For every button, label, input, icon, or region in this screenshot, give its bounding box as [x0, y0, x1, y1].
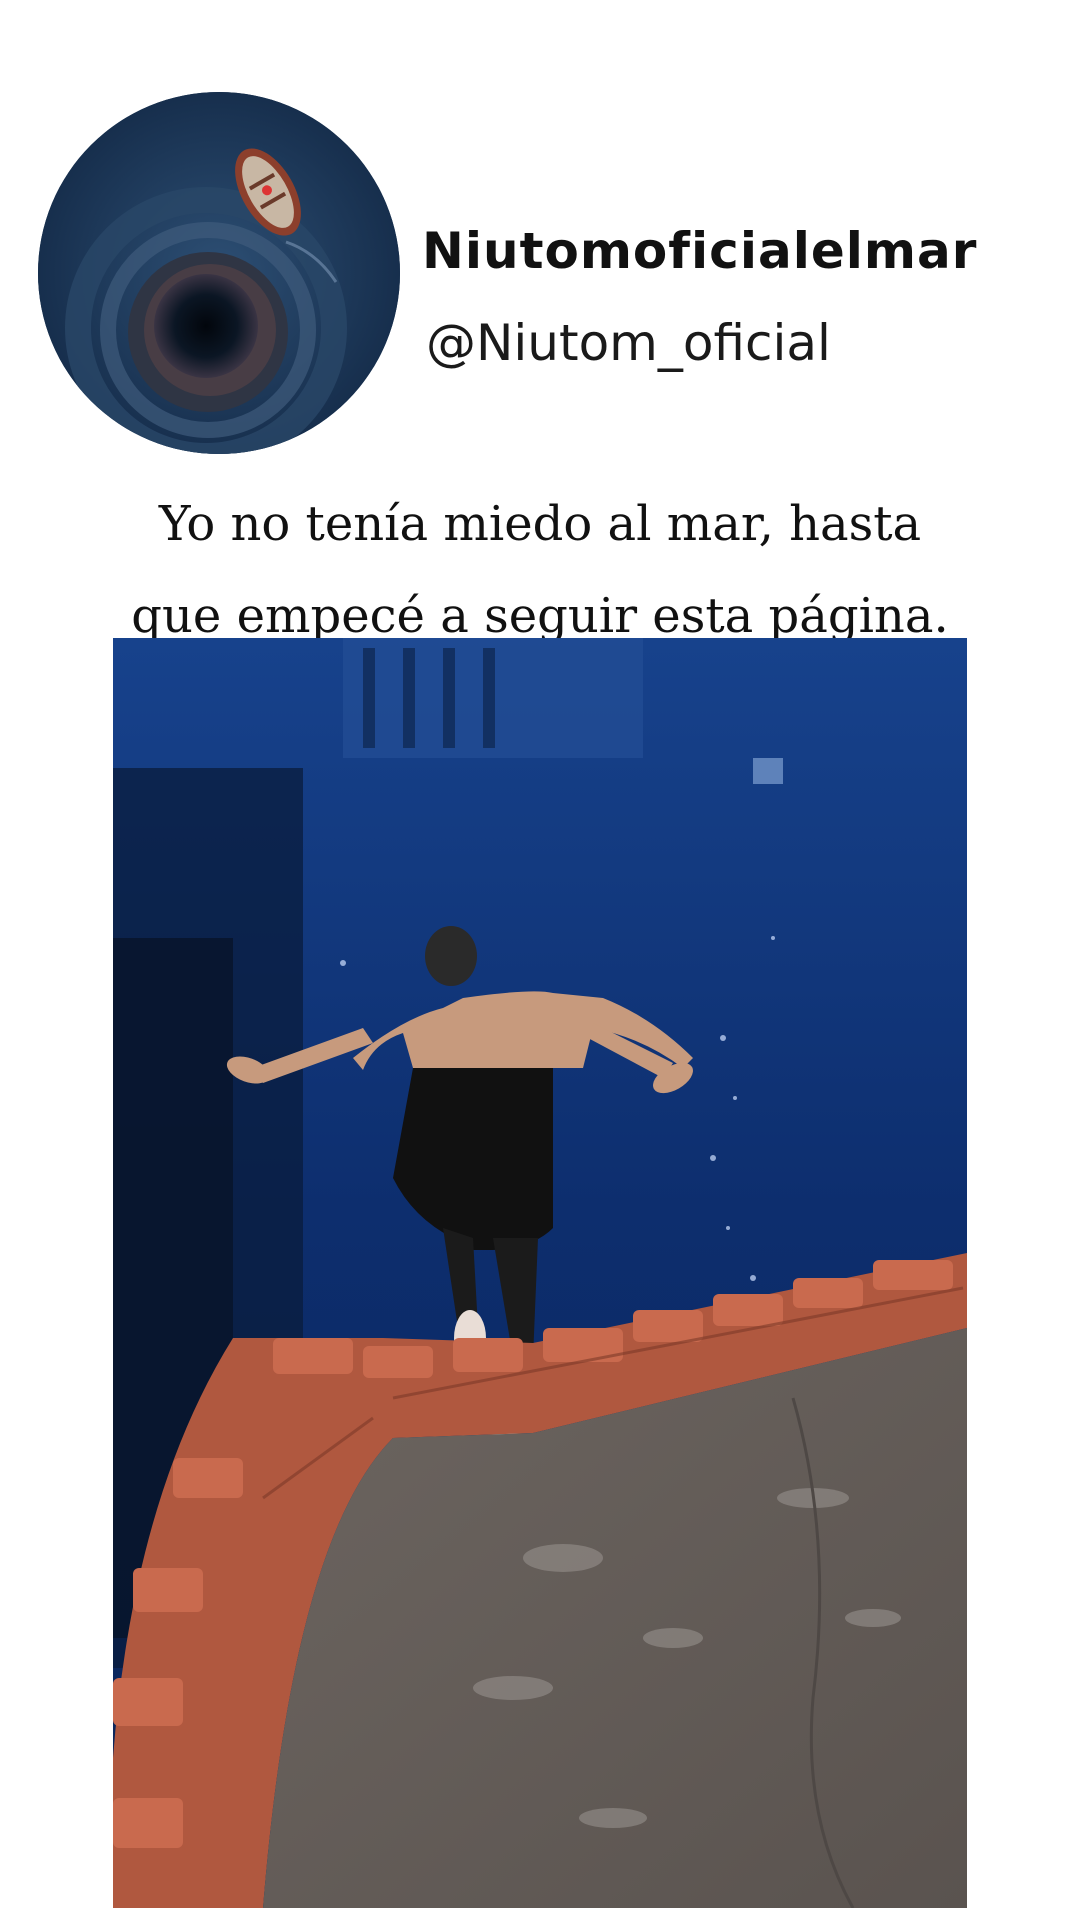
aquarium-dive-video-icon [113, 638, 967, 1908]
post-media[interactable] [113, 638, 967, 1908]
display-name[interactable]: Niutomoficialelmar [422, 222, 977, 280]
caption-line: Yo no tenía miedo al mar, hasta [158, 496, 922, 552]
profile-header: Niutomoficialelmar @Niutom_oficial [0, 0, 1080, 470]
user-handle[interactable]: @Niutom_oficial [426, 314, 831, 372]
avatar[interactable] [38, 92, 400, 454]
ocean-whirlpool-boat-avatar-icon [38, 92, 400, 454]
post-caption: Yo no tenía miedo al mar, hasta que empe… [115, 478, 965, 662]
